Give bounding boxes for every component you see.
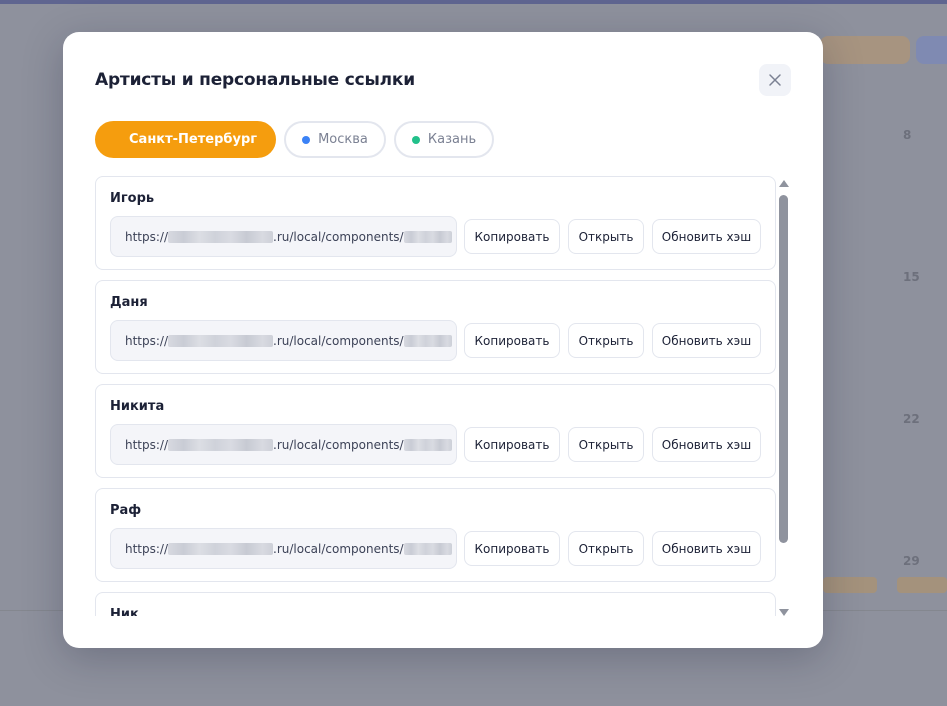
scroll-down-arrow-icon[interactable] (779, 609, 789, 616)
artist-name: Никита (110, 399, 165, 414)
tab-saint-petersburg[interactable]: Санкт-Петербург (95, 121, 277, 158)
artist-card: Раф https:// .ru/local/components/ Копиро… (95, 488, 776, 582)
city-dot-icon (411, 135, 420, 144)
copy-button[interactable]: Копировать (464, 323, 560, 358)
background-day-number: 15 (903, 270, 920, 284)
artist-card: Ник (95, 592, 776, 616)
copy-button[interactable]: Копировать (464, 427, 560, 462)
background-day-number: 8 (903, 128, 912, 142)
tab-label: Москва (318, 132, 368, 147)
artist-name: Даня (110, 295, 148, 310)
redacted-token (403, 438, 452, 451)
link-path: .ru/local/components/ (273, 437, 404, 452)
open-button[interactable]: Открыть (568, 427, 644, 462)
open-button[interactable]: Открыть (568, 323, 644, 358)
refresh-hash-button[interactable]: Обновить хэш (652, 427, 761, 462)
tab-moscow[interactable]: Москва (284, 121, 386, 158)
scroll-up-arrow-icon[interactable] (779, 180, 789, 187)
artist-name: Раф (110, 503, 142, 518)
redacted-token (403, 334, 452, 347)
link-path: .ru/local/components/ (273, 541, 404, 556)
artists-list[interactable]: Игорь https:// .ru/local/components/ Копи… (95, 176, 776, 616)
close-icon (769, 74, 781, 86)
background-day-number: 29 (903, 554, 920, 568)
artist-link-field[interactable]: https:// .ru/local/components/ (110, 528, 457, 569)
link-prefix: https:// (125, 541, 169, 556)
artist-link-field[interactable]: https:// .ru/local/components/ (110, 216, 457, 257)
redacted-domain (168, 334, 274, 347)
redacted-domain (168, 542, 274, 555)
open-button[interactable]: Открыть (568, 219, 644, 254)
link-prefix: https:// (125, 333, 169, 348)
link-path: .ru/local/components/ (273, 229, 404, 244)
artist-card: Никита https:// .ru/local/components/ Коп… (95, 384, 776, 478)
artist-link-field[interactable]: https:// .ru/local/components/ (110, 424, 457, 465)
artist-name: Ник (110, 607, 139, 616)
background-topbar (0, 0, 947, 4)
artists-links-modal: Артисты и персональные ссылки Санкт-Пете… (63, 32, 823, 648)
artist-link-field[interactable]: https:// .ru/local/components/ (110, 320, 457, 361)
refresh-hash-button[interactable]: Обновить хэш (652, 219, 761, 254)
background-button (820, 36, 910, 64)
artist-card: Даня https:// .ru/local/components/ Копир… (95, 280, 776, 374)
city-dot-icon (302, 135, 311, 144)
modal-title: Артисты и персональные ссылки (95, 70, 415, 90)
copy-button[interactable]: Копировать (464, 219, 560, 254)
redacted-token (403, 542, 452, 555)
tab-label: Казань (427, 132, 477, 147)
link-prefix: https:// (125, 437, 169, 452)
redacted-domain (168, 230, 274, 243)
artist-name: Игорь (110, 191, 155, 206)
refresh-hash-button[interactable]: Обновить хэш (652, 323, 761, 358)
background-tag (897, 577, 947, 593)
copy-button[interactable]: Копировать (464, 531, 560, 566)
refresh-hash-button[interactable]: Обновить хэш (652, 531, 761, 566)
scrollbar[interactable] (777, 180, 791, 616)
link-path: .ru/local/components/ (273, 333, 404, 348)
close-button[interactable] (759, 64, 791, 96)
open-button[interactable]: Открыть (568, 531, 644, 566)
background-tag (823, 577, 877, 593)
tab-kazan[interactable]: Казань (393, 121, 495, 158)
city-tabs: Санкт-Петербург Москва Казань (95, 121, 495, 158)
artist-card: Игорь https:// .ru/local/components/ Копи… (95, 176, 776, 270)
background-button (916, 36, 947, 64)
redacted-domain (168, 438, 274, 451)
link-prefix: https:// (125, 229, 169, 244)
scroll-thumb[interactable] (779, 195, 788, 543)
tab-label: Санкт-Петербург (129, 132, 258, 147)
background-day-number: 22 (903, 412, 920, 426)
redacted-token (403, 230, 452, 243)
